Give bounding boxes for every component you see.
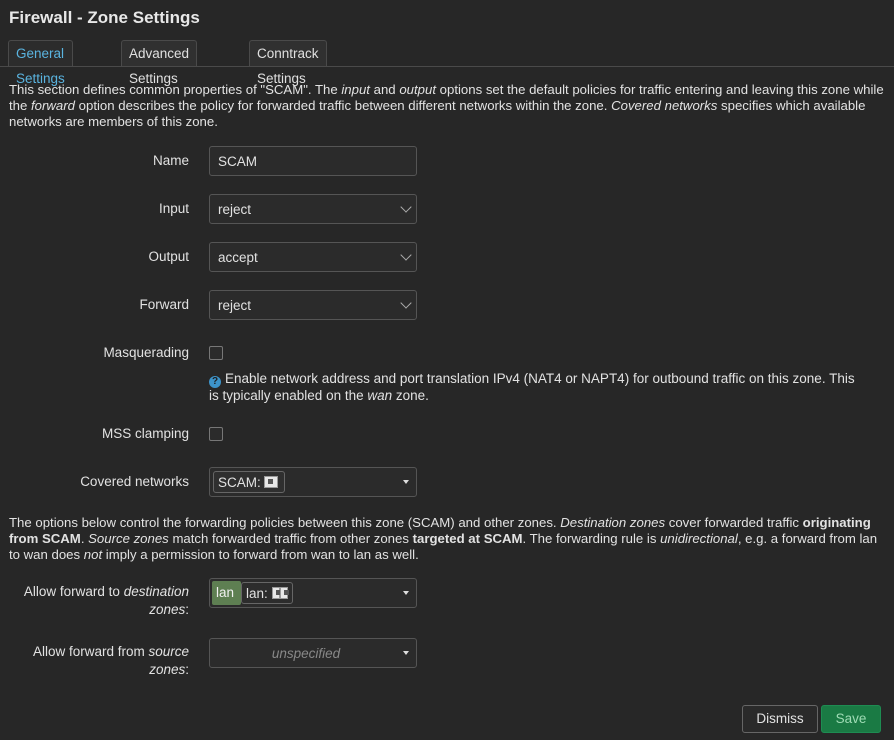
- forwarding-description: The options below control the forwarding…: [9, 515, 878, 562]
- mss-clamping-label: MSS clamping: [101, 426, 189, 441]
- output-label: Output: [148, 249, 189, 264]
- dismiss-button[interactable]: Dismiss: [742, 705, 818, 733]
- network-chip-scam: SCAM:: [213, 471, 285, 493]
- network-icon: [272, 587, 281, 599]
- masquerading-label: Masquerading: [103, 345, 189, 360]
- forward-policy-select[interactable]: reject: [209, 290, 417, 320]
- section-description: This section defines common properties o…: [9, 82, 884, 129]
- tab-conntrack-settings[interactable]: Conntrack Settings: [249, 40, 327, 86]
- forward-destination-select[interactable]: lan lan:: [209, 578, 417, 608]
- name-input[interactable]: SCAM: [209, 146, 417, 176]
- dropdown-caret-icon: [403, 591, 409, 595]
- masquerading-hint: ? Enable network address and port transla…: [209, 371, 855, 403]
- forward-destination-label: Allow forward to destination zones:: [23, 584, 189, 617]
- tab-general-settings[interactable]: General Settings: [8, 40, 73, 86]
- zone-badge-lan: lan: [212, 581, 241, 605]
- save-button[interactable]: Save: [821, 705, 881, 733]
- network-icon: [280, 587, 289, 599]
- help-icon: ?: [209, 376, 221, 388]
- network-chip-lan: lan:: [241, 582, 293, 604]
- dropdown-caret-icon: [403, 480, 409, 484]
- masquerading-checkbox[interactable]: [209, 346, 223, 360]
- chevron-down-icon: [400, 201, 412, 213]
- chevron-down-icon: [400, 249, 412, 261]
- input-label: Input: [158, 201, 189, 216]
- covered-networks-select[interactable]: SCAM:: [209, 467, 417, 497]
- chevron-down-icon: [400, 297, 412, 309]
- tab-advanced-settings[interactable]: Advanced Settings: [121, 40, 198, 86]
- covered-networks-label: Covered networks: [80, 474, 189, 489]
- input-policy-select[interactable]: reject: [209, 194, 417, 224]
- forward-source-label: Allow forward from source zones:: [32, 644, 189, 677]
- forward-source-select[interactable]: unspecified: [209, 638, 417, 668]
- output-policy-select[interactable]: accept: [209, 242, 417, 272]
- tab-divider: [0, 66, 894, 67]
- mss-clamping-checkbox[interactable]: [209, 427, 223, 441]
- forward-label: Forward: [139, 297, 189, 312]
- dropdown-caret-icon: [403, 651, 409, 655]
- page-title: Firewall - Zone Settings: [9, 8, 200, 27]
- name-label: Name: [152, 153, 189, 168]
- network-icon: [264, 476, 278, 488]
